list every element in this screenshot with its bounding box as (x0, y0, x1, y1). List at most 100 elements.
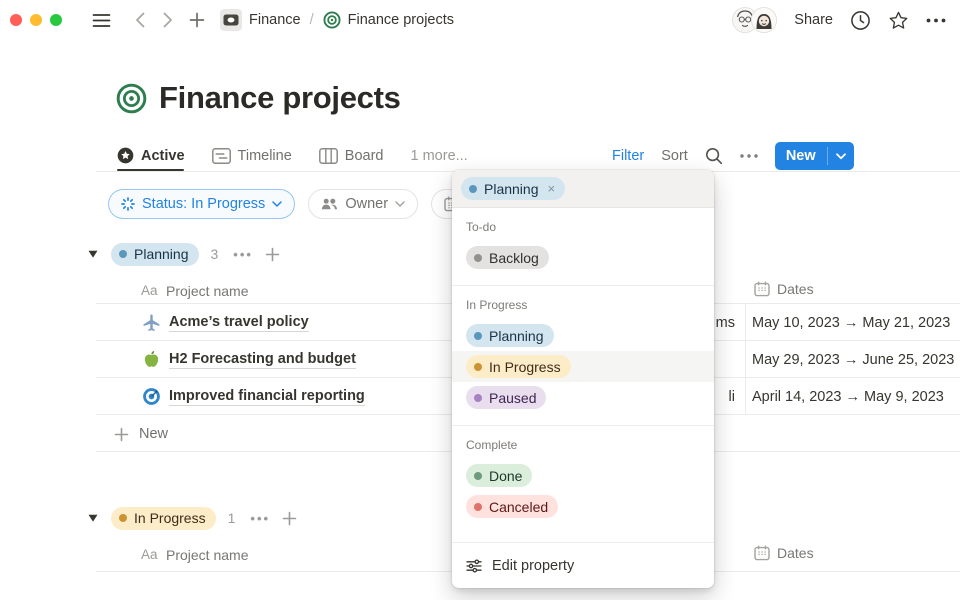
tab-board-view[interactable]: Board (319, 148, 384, 164)
close-window-button[interactable] (10, 14, 22, 26)
bullseye-icon (323, 11, 341, 29)
sliders-icon (466, 559, 482, 573)
sort-button[interactable]: Sort (661, 148, 688, 164)
tab-active-view[interactable]: Active (117, 147, 185, 164)
option-label: In Progress (489, 359, 561, 375)
timeline-view-icon (212, 148, 231, 164)
favorite-star-icon[interactable] (888, 10, 909, 31)
back-icon[interactable] (135, 12, 145, 28)
new-page-icon[interactable] (189, 12, 205, 28)
project-name[interactable]: Acme’s travel policy (169, 314, 309, 332)
status-dot (469, 185, 477, 193)
tab-label: Board (345, 148, 384, 164)
minimize-window-button[interactable] (30, 14, 42, 26)
status-dot (119, 514, 127, 522)
project-name[interactable]: H2 Forecasting and budget (169, 351, 356, 369)
calendar-icon (754, 545, 770, 561)
breadcrumb-parent[interactable]: Finance (249, 12, 301, 28)
page-bullseye-icon[interactable] (116, 83, 147, 119)
group-header-planning: Planning 3 ••• (88, 241, 280, 267)
dropdown-selected-area[interactable]: Planning × (452, 170, 714, 208)
dates-column-header[interactable]: Dates (754, 281, 814, 297)
section-title: Complete (452, 438, 714, 452)
dates-cell[interactable]: May 29, 2023 → June 25, 2023 (752, 341, 954, 378)
status-option-canceled[interactable]: Canceled (452, 491, 714, 522)
star-view-icon (117, 147, 134, 164)
view-tabs: Active Timeline Board 1 more... (117, 140, 468, 171)
status-dot (119, 250, 127, 258)
group-label: In Progress (134, 510, 206, 526)
group-more-icon[interactable]: ••• (233, 247, 253, 262)
traffic-lights (10, 14, 62, 26)
status-dot (474, 332, 482, 340)
add-row-label: New (139, 426, 168, 442)
new-button-group: New (775, 142, 854, 170)
dropdown-section-in-progress: In Progress Planning In Progress Paused (452, 285, 714, 425)
status-option-in-progress[interactable]: In Progress (452, 351, 714, 382)
dates-column-label: Dates (777, 281, 814, 297)
edit-property-label: Edit property (492, 558, 574, 574)
group-add-icon[interactable] (282, 511, 297, 526)
dates-cell[interactable]: May 10, 2023 → May 21, 2023 (752, 304, 950, 341)
group-more-icon[interactable]: ••• (250, 511, 270, 526)
option-label: Planning (489, 328, 544, 344)
option-label: Done (489, 468, 522, 484)
more-options-icon[interactable] (926, 18, 946, 23)
updates-clock-icon[interactable] (850, 10, 871, 31)
owner-filter-chip[interactable]: Owner (308, 189, 418, 219)
status-option-done[interactable]: Done (452, 460, 714, 491)
breadcrumb-current[interactable]: Finance projects (348, 12, 454, 28)
new-button-caret-icon[interactable] (828, 142, 854, 170)
status-option-paused[interactable]: Paused (452, 382, 714, 413)
name-column-header[interactable]: Project name (166, 283, 248, 299)
breadcrumb: Finance / Finance projects (220, 9, 454, 31)
chevron-down-icon (272, 201, 282, 207)
search-icon[interactable] (705, 147, 723, 165)
tab-label: Active (141, 148, 185, 164)
airplane-icon (142, 313, 161, 332)
remove-tag-icon[interactable]: × (548, 181, 556, 196)
people-icon (321, 198, 338, 210)
page-title: Finance projects (159, 80, 401, 116)
add-row-button[interactable]: New (114, 426, 168, 442)
tab-more-views[interactable]: 1 more... (411, 148, 468, 164)
status-dot (474, 394, 482, 402)
group-label: Planning (134, 246, 189, 262)
option-label: Canceled (489, 499, 548, 515)
dates-column-label: Dates (777, 545, 814, 561)
name-column-header[interactable]: Project name (166, 547, 248, 563)
new-button[interactable]: New (775, 142, 827, 170)
group-tag[interactable]: In Progress (111, 507, 216, 530)
group-tag[interactable]: Planning (111, 243, 199, 266)
name-column-type-icon: Aa (141, 283, 158, 298)
section-title: In Progress (452, 298, 714, 312)
collaborator-avatars[interactable] (732, 7, 777, 33)
dates-column-header[interactable]: Dates (754, 545, 814, 561)
collapse-triangle-icon[interactable] (88, 250, 98, 258)
chevron-down-icon (395, 201, 405, 207)
sidebar-toggle-icon[interactable] (92, 13, 111, 28)
status-option-planning[interactable]: Planning (452, 320, 714, 351)
selected-tag[interactable]: Planning × (461, 177, 565, 200)
owner-filter-label: Owner (345, 196, 388, 212)
project-name[interactable]: Improved financial reporting (169, 388, 365, 406)
status-option-backlog[interactable]: Backlog (452, 242, 714, 273)
tab-timeline-view[interactable]: Timeline (212, 148, 292, 164)
edit-property-button[interactable]: Edit property (452, 542, 714, 588)
status-filter-label: Status: In Progress (142, 196, 265, 212)
view-more-icon[interactable] (740, 154, 758, 158)
forward-icon[interactable] (163, 12, 173, 28)
selected-tag-label: Planning (484, 181, 539, 197)
column-divider (745, 304, 746, 414)
dates-cell[interactable]: April 14, 2023 → May 9, 2023 (752, 378, 944, 415)
notion-window: Finance / Finance projects Share (0, 0, 960, 600)
group-add-icon[interactable] (265, 247, 280, 262)
filter-button[interactable]: Filter (612, 148, 644, 164)
group-header-in-progress: In Progress 1 ••• (88, 505, 297, 531)
status-filter-chip[interactable]: Status: In Progress (108, 189, 295, 219)
share-button[interactable]: Share (794, 12, 833, 28)
zoom-window-button[interactable] (50, 14, 62, 26)
active-tab-underline (117, 169, 184, 171)
window-toolbar: Finance / Finance projects Share (0, 0, 960, 40)
collapse-triangle-icon[interactable] (88, 514, 98, 522)
